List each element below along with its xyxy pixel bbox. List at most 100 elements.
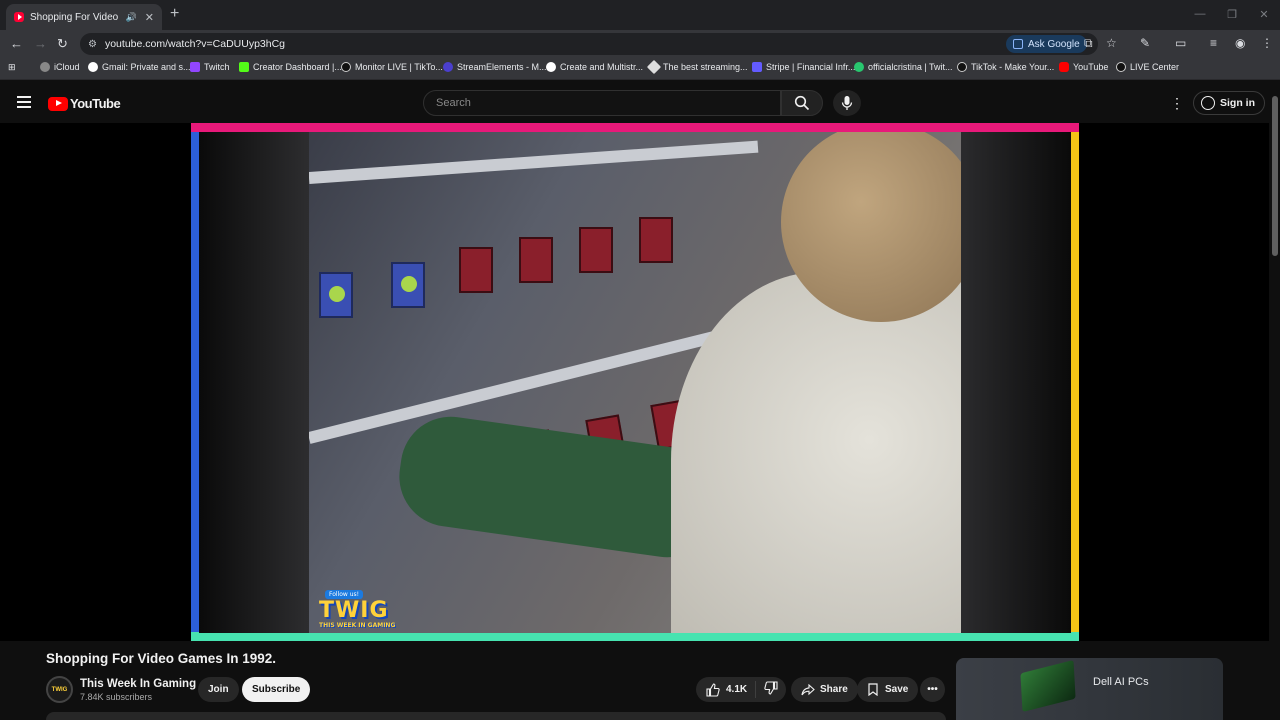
more-icon: ••• bbox=[927, 684, 938, 695]
description-box[interactable] bbox=[46, 712, 946, 720]
bookmark-streaming[interactable]: The best streaming... bbox=[646, 59, 748, 75]
bookmarks-bar: ⊞ iCloud Gmail: Private and s... Twitch … bbox=[0, 58, 1280, 80]
game-box bbox=[391, 262, 425, 308]
youtube-icon bbox=[1059, 62, 1069, 72]
search-input[interactable]: Search bbox=[423, 90, 781, 116]
bookmark-restream[interactable]: Create and Multistr... bbox=[546, 62, 643, 72]
bookmark-youtube[interactable]: YouTube bbox=[1059, 62, 1108, 72]
forward-icon[interactable]: → bbox=[34, 36, 47, 51]
stripe-icon bbox=[752, 62, 762, 72]
game-box bbox=[579, 227, 613, 273]
youtube-play-icon bbox=[48, 96, 68, 111]
channel-name[interactable]: This Week In Gaming bbox=[80, 678, 196, 690]
twitch-icon bbox=[190, 62, 200, 72]
streamelements-icon bbox=[443, 62, 453, 72]
like-dislike-group: 4.1K bbox=[696, 677, 786, 702]
game-box bbox=[519, 237, 553, 283]
kick-icon bbox=[239, 62, 249, 72]
scrollbar-thumb[interactable] bbox=[1272, 96, 1278, 256]
account-icon bbox=[1201, 96, 1215, 110]
share-icon bbox=[801, 683, 815, 695]
browser-tab-strip: Shopping For Video Games In 1992. 🔊 ✕ + … bbox=[0, 0, 1280, 30]
dislike-button[interactable] bbox=[756, 681, 786, 698]
site-settings-icon[interactable]: ⚙ bbox=[88, 39, 97, 50]
close-window-icon[interactable]: ✕ bbox=[1248, 0, 1280, 28]
extensions-icon[interactable]: ✎ bbox=[1140, 36, 1150, 50]
like-count: 4.1K bbox=[726, 684, 748, 695]
game-box bbox=[639, 217, 673, 263]
ask-google-button[interactable]: Ask Google bbox=[1006, 35, 1087, 53]
thumbs-up-icon bbox=[706, 682, 720, 697]
thumbs-down-icon bbox=[764, 681, 778, 695]
video-title: Shopping For Video Games In 1992. bbox=[46, 651, 277, 666]
speaker-icon[interactable]: 🔊 bbox=[126, 12, 137, 23]
diamond-icon bbox=[646, 59, 662, 75]
subscriber-count: 7.84K subscribers bbox=[80, 691, 153, 702]
tiktok-icon bbox=[1116, 62, 1126, 72]
settings-menu-icon[interactable]: ⋮ bbox=[1170, 95, 1184, 112]
frame-shade-left bbox=[199, 132, 309, 633]
youtube-favicon-icon bbox=[14, 12, 24, 22]
subscribe-button[interactable]: Subscribe bbox=[242, 677, 311, 702]
page-scrollbar[interactable] bbox=[1270, 84, 1280, 720]
voice-search-button[interactable] bbox=[833, 90, 861, 116]
bookmark-creator-dashboard[interactable]: Creator Dashboard |... bbox=[239, 62, 342, 72]
browser-tab-active[interactable]: Shopping For Video Games In 1992. 🔊 ✕ bbox=[6, 4, 162, 30]
game-box bbox=[459, 247, 493, 293]
bookmark-monitor-live[interactable]: Monitor LIVE | TikTo... bbox=[341, 62, 443, 72]
search-button[interactable] bbox=[781, 90, 823, 116]
bookmark-tiktok[interactable]: TikTok - Make Your... bbox=[957, 62, 1054, 72]
apps-grid-icon[interactable]: ⊞ bbox=[8, 62, 16, 73]
frame-shade-right bbox=[961, 132, 1071, 633]
bookmark-stripe[interactable]: Stripe | Financial Infr... bbox=[752, 62, 855, 72]
apple-icon bbox=[40, 62, 50, 72]
video-scene: Follow us! TWIG THIS WEEK IN GAMING bbox=[309, 132, 961, 633]
profile-icon[interactable]: ◉ bbox=[1235, 36, 1245, 50]
cast-icon[interactable]: ▭ bbox=[1175, 36, 1186, 50]
game-box bbox=[319, 272, 353, 318]
close-tab-icon[interactable]: ✕ bbox=[145, 11, 154, 24]
menu-icon[interactable] bbox=[17, 96, 31, 108]
laptop-image bbox=[1020, 659, 1076, 713]
sign-in-button[interactable]: Sign in bbox=[1193, 91, 1265, 115]
sponsored-ad-card[interactable]: Dell AI PCs bbox=[956, 658, 1223, 720]
save-label: Save bbox=[885, 684, 909, 695]
bookmark-icloud[interactable]: iCloud bbox=[40, 62, 80, 72]
sign-in-label: Sign in bbox=[1220, 97, 1255, 109]
bookmark-live-center[interactable]: LIVE Center bbox=[1116, 62, 1179, 72]
video-player[interactable]: Follow us! TWIG THIS WEEK IN GAMING bbox=[0, 123, 1269, 641]
tiktok-icon bbox=[341, 62, 351, 72]
bookmark-officialcristina[interactable]: officialcristina | Twit... bbox=[854, 62, 953, 72]
reading-list-icon[interactable]: ≡ bbox=[1210, 36, 1217, 50]
like-button[interactable]: 4.1K bbox=[696, 681, 757, 698]
twig-logo-text: TWIG bbox=[319, 598, 389, 623]
channel-avatar[interactable]: TWIG bbox=[46, 676, 73, 703]
new-tab-icon[interactable]: + bbox=[170, 5, 179, 23]
restore-icon[interactable]: ❐ bbox=[1216, 0, 1248, 28]
reload-icon[interactable]: ↻ bbox=[57, 36, 68, 52]
bookmark-twitch[interactable]: Twitch bbox=[190, 62, 230, 72]
border-bottom bbox=[191, 632, 1079, 641]
ad-title: Dell AI PCs bbox=[1093, 676, 1149, 688]
bookmark-star-icon[interactable]: ☆ bbox=[1106, 36, 1117, 50]
restream-icon bbox=[546, 62, 556, 72]
shopper-jacket bbox=[671, 272, 961, 633]
install-app-icon[interactable]: ⧉ bbox=[1084, 36, 1093, 51]
border-right bbox=[1071, 132, 1079, 633]
bookmark-icon bbox=[868, 683, 878, 696]
twitch-tools-icon bbox=[854, 62, 864, 72]
share-button[interactable]: Share bbox=[791, 677, 858, 702]
ask-google-label: Ask Google bbox=[1028, 38, 1080, 50]
address-bar[interactable]: ⚙ youtube.com/watch?v=CaDUUyp3hCg bbox=[80, 33, 1098, 55]
back-icon[interactable]: ← bbox=[10, 36, 23, 51]
minimize-icon[interactable]: — bbox=[1184, 0, 1216, 28]
join-button[interactable]: Join bbox=[198, 677, 239, 702]
shelf bbox=[309, 140, 759, 184]
chrome-menu-icon[interactable]: ⋮ bbox=[1261, 36, 1273, 50]
bookmark-streamelements[interactable]: StreamElements - M... bbox=[443, 62, 547, 72]
share-label: Share bbox=[820, 684, 848, 695]
youtube-logo[interactable]: YouTube bbox=[48, 96, 121, 111]
save-button[interactable]: Save bbox=[857, 677, 919, 702]
more-actions-button[interactable]: ••• bbox=[920, 677, 945, 702]
bookmark-gmail[interactable]: Gmail: Private and s... bbox=[88, 62, 191, 72]
